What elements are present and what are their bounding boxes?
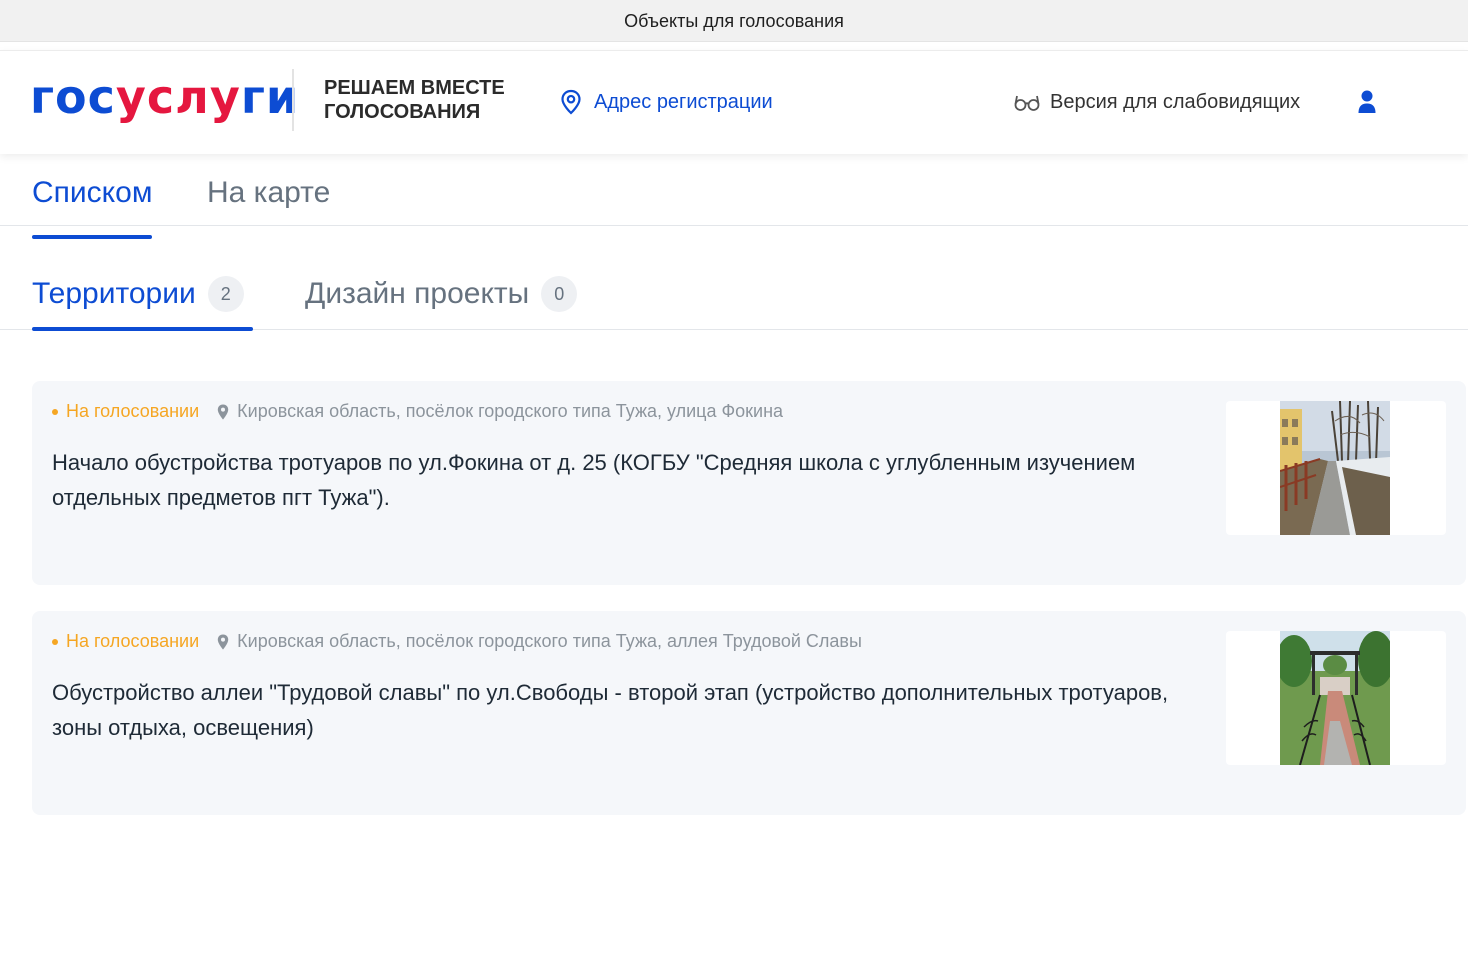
location-pin-icon	[217, 404, 229, 419]
tab-territories-label: Территории	[32, 277, 196, 310]
location-pin-icon	[217, 634, 229, 649]
tab-territories[interactable]: Территории 2	[32, 276, 253, 331]
status-label: На голосовании	[66, 631, 200, 651]
voting-object-card[interactable]: На голосовании Кировская область, посёло…	[32, 611, 1466, 815]
design-projects-count-badge: 0	[541, 276, 578, 312]
logo-part-1: гос	[30, 70, 116, 124]
tab-list-view-label: Списком	[32, 176, 153, 209]
logo-part-3: ги	[240, 70, 300, 124]
logo-part-2: услу	[115, 70, 241, 124]
card-title: Обустройство аллеи "Трудовой славы" по у…	[52, 680, 1169, 740]
card-thumbnail	[1226, 631, 1446, 765]
section-title: РЕШАЕМ ВМЕСТЕ ГОЛОСОВАНИЯ	[324, 76, 524, 124]
category-tabs: Территории 2 Дизайн проекты 0	[0, 262, 1468, 331]
tab-design-projects-label: Дизайн проекты	[305, 277, 530, 310]
card-meta: На голосовании Кировская область, посёло…	[52, 631, 862, 652]
tab-list-view[interactable]: Списком	[32, 176, 153, 239]
status-label: На голосовании	[66, 401, 200, 421]
status-badge: На голосовании	[52, 401, 199, 422]
status-badge: На голосовании	[52, 631, 199, 652]
territories-count-badge: 2	[207, 276, 244, 312]
section-title-line-2: ГОЛОСОВАНИЯ	[324, 101, 481, 123]
gosuslugi-logo[interactable]: госуслуги	[30, 69, 299, 125]
location-text: Кировская область, посёлок городского ти…	[237, 631, 862, 651]
active-tab-indicator	[32, 235, 153, 239]
tab-map-view[interactable]: На карте	[207, 176, 330, 210]
tab-map-view-label: На карте	[207, 176, 331, 209]
window-title: Объекты для голосования	[624, 11, 844, 31]
status-dot-icon	[52, 408, 58, 415]
address-link-label: Адрес регистрации	[594, 90, 773, 113]
map-pin-icon	[561, 89, 581, 115]
window-title-bar: Объекты для голосования	[0, 0, 1468, 42]
tab-design-projects[interactable]: Дизайн проекты 0	[305, 276, 578, 312]
low-vision-label: Версия для слабовидящих	[1050, 91, 1301, 113]
active-subtab-indicator	[32, 327, 253, 331]
site-header: госуслуги РЕШАЕМ ВМЕСТЕ ГОЛОСОВАНИЯ Адре…	[0, 50, 1468, 154]
card-meta: На голосовании Кировская область, посёло…	[52, 401, 783, 422]
alley-photo-image	[1280, 631, 1390, 765]
sidewalk-photo-image	[1280, 401, 1390, 535]
low-vision-button[interactable]: Версия для слабовидящих	[1014, 91, 1300, 114]
status-dot-icon	[52, 638, 58, 645]
glasses-icon	[1014, 95, 1040, 111]
address-link[interactable]: Адрес регистрации	[560, 89, 773, 115]
section-title-line-1: РЕШАЕМ ВМЕСТЕ	[324, 77, 505, 99]
location-text: Кировская область, посёлок городского ти…	[237, 401, 784, 421]
user-icon[interactable]	[1356, 89, 1378, 115]
view-tabs: Списком На карте	[0, 160, 1468, 239]
card-thumbnail	[1226, 401, 1446, 535]
voting-object-card[interactable]: На голосовании Кировская область, посёло…	[32, 381, 1466, 585]
header-divider	[292, 69, 294, 131]
card-title: Начало обустройства тротуаров по ул.Фоки…	[52, 450, 1136, 510]
